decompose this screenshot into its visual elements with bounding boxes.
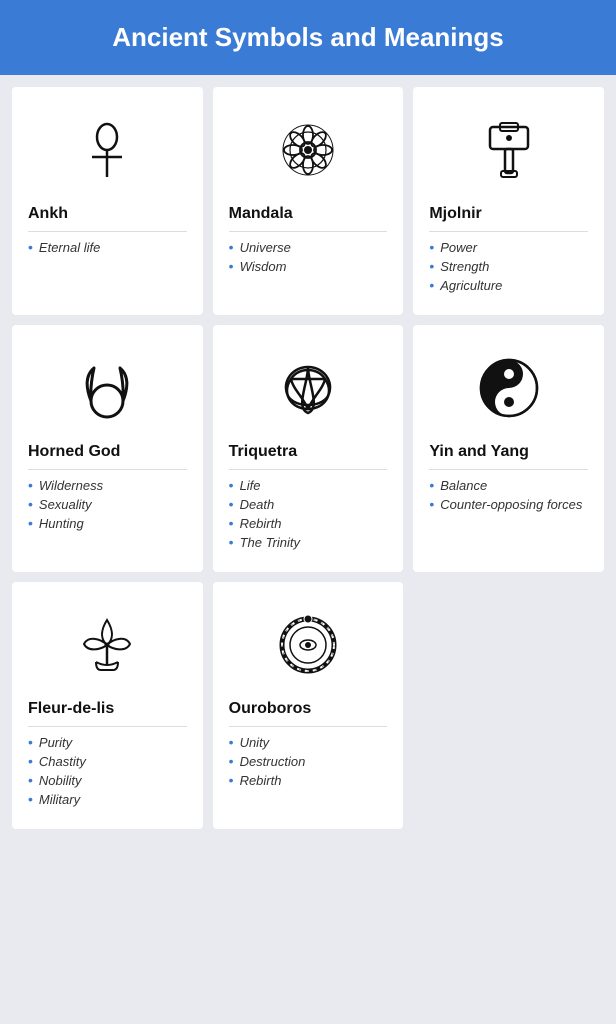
list-item: Rebirth [229,773,306,788]
list-item: Life [229,478,300,493]
fleur-de-lis-divider [28,726,187,727]
list-item: Counter-opposing forces [429,497,582,512]
yin-yang-title: Yin and Yang [429,443,529,461]
header: Ancient Symbols and Meanings [0,0,616,75]
mandala-title: Mandala [229,205,293,223]
mjolnir-divider [429,231,588,232]
list-item: Eternal life [28,240,100,255]
horned-god-divider [28,469,187,470]
ankh-symbol [28,105,187,195]
mjolnir-meanings: Power Strength Agriculture [429,240,502,297]
card-ankh: Ankh Eternal life [12,87,203,315]
yin-yang-symbol [429,343,588,433]
fleur-de-lis-symbol [28,600,187,690]
ankh-title: Ankh [28,205,68,223]
mandala-divider [229,231,388,232]
list-item: Death [229,497,300,512]
list-item: Purity [28,735,86,750]
horned-god-title: Horned God [28,443,120,461]
cards-grid: Ankh Eternal life [0,75,616,841]
triquetra-divider [229,469,388,470]
list-item: Nobility [28,773,86,788]
list-item: Rebirth [229,516,300,531]
mandala-symbol [229,105,388,195]
triquetra-title: Triquetra [229,443,297,461]
card-mandala: Mandala Universe Wisdom [213,87,404,315]
card-yin-yang: Yin and Yang Balance Counter-opposing fo… [413,325,604,572]
list-item: Wilderness [28,478,103,493]
yin-yang-meanings: Balance Counter-opposing forces [429,478,582,516]
list-item: Chastity [28,754,86,769]
mjolnir-symbol [429,105,588,195]
card-ouroboros: Ouroboros Unity Destruction Rebirth [213,582,404,829]
mjolnir-title: Mjolnir [429,205,481,223]
fleur-de-lis-meanings: Purity Chastity Nobility Military [28,735,86,811]
list-item: Military [28,792,86,807]
ankh-divider [28,231,187,232]
list-item: Strength [429,259,502,274]
ouroboros-meanings: Unity Destruction Rebirth [229,735,306,792]
card-triquetra: Triquetra Life Death Rebirth The Trinity [213,325,404,572]
ouroboros-divider [229,726,388,727]
ouroboros-title: Ouroboros [229,700,312,718]
mandala-meanings: Universe Wisdom [229,240,291,278]
yin-yang-divider [429,469,588,470]
fleur-de-lis-title: Fleur-de-lis [28,700,114,718]
list-item: Unity [229,735,306,750]
list-item: The Trinity [229,535,300,550]
card-horned-god: Horned God Wilderness Sexuality Hunting [12,325,203,572]
list-item: Agriculture [429,278,502,293]
list-item: Wisdom [229,259,291,274]
ankh-meanings: Eternal life [28,240,100,259]
card-mjolnir: Mjolnir Power Strength Agriculture [413,87,604,315]
list-item: Universe [229,240,291,255]
list-item: Destruction [229,754,306,769]
horned-god-meanings: Wilderness Sexuality Hunting [28,478,103,535]
card-fleur-de-lis: Fleur-de-lis Purity Chastity Nobility Mi… [12,582,203,829]
ouroboros-symbol [229,600,388,690]
page-title: Ancient Symbols and Meanings [20,22,596,53]
list-item: Sexuality [28,497,103,512]
list-item: Balance [429,478,582,493]
triquetra-meanings: Life Death Rebirth The Trinity [229,478,300,554]
triquetra-symbol [229,343,388,433]
list-item: Hunting [28,516,103,531]
horned-god-symbol [28,343,187,433]
empty-card [413,582,604,829]
list-item: Power [429,240,502,255]
